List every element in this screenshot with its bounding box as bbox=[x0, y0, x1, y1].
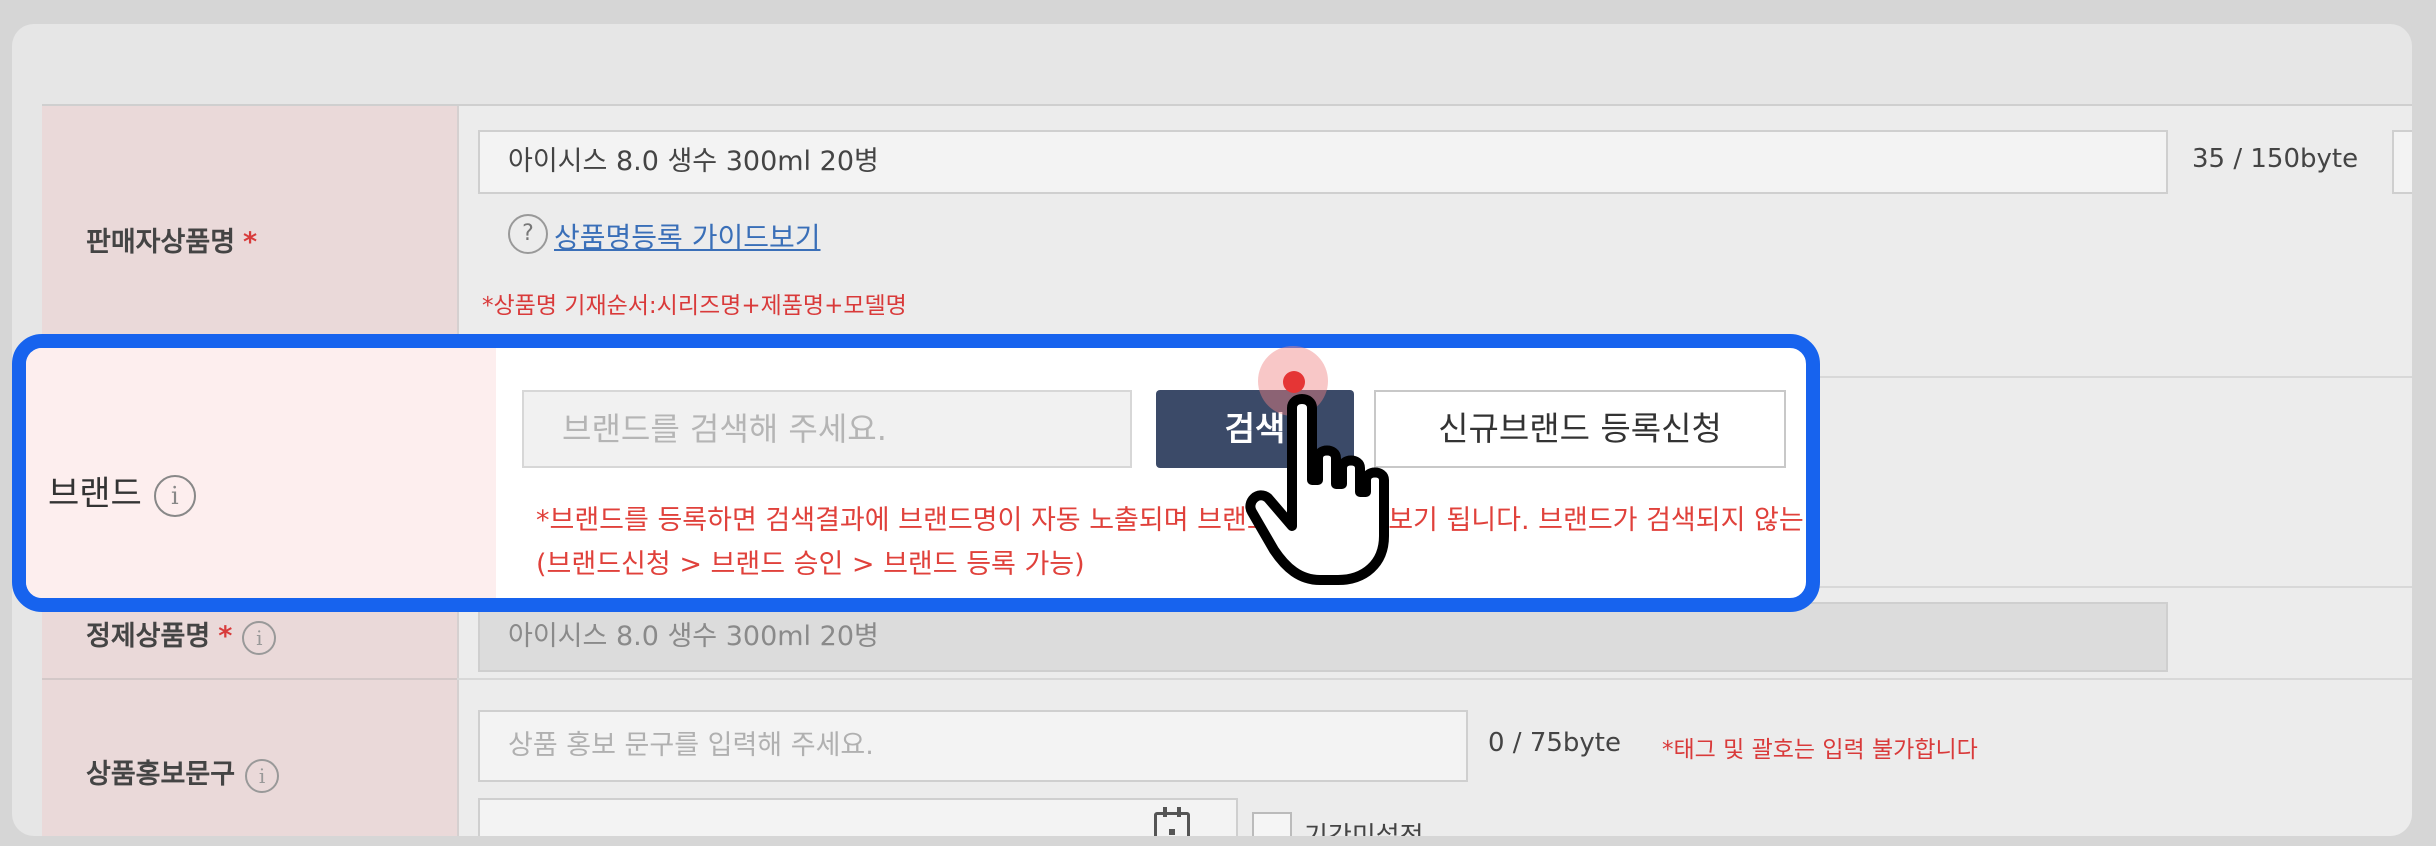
promo-text-input[interactable]: 상품 홍보 문구를 입력해 주세요. bbox=[478, 710, 1468, 782]
brand-label: 브랜드 i bbox=[48, 466, 196, 517]
brand-notice-line2: (브랜드신청 > 브랜드 승인 > 브랜드 등록 가능) bbox=[536, 549, 1085, 580]
seller-product-name-label: 판매자상품명 * bbox=[86, 227, 258, 258]
brand-search-input[interactable]: 브랜드를 검색해 주세요. bbox=[522, 390, 1132, 468]
product-name-order-notice: *상품명 기재순서:시리즈명+제품명+모델명 bbox=[482, 293, 907, 319]
no-period-checkbox[interactable] bbox=[1252, 812, 1292, 836]
seller-product-name-byte-count: 35 / 150byte bbox=[2192, 144, 2359, 174]
info-icon[interactable]: i bbox=[153, 474, 196, 517]
info-icon[interactable]: i bbox=[245, 758, 280, 793]
brand-row-highlight: 브랜드 i 브랜드를 검색해 주세요. 검색 신규브랜드 등록신청 *브랜드를 등… bbox=[12, 334, 1820, 612]
promo-text-byte-count: 0 / 75byte bbox=[1488, 728, 1621, 758]
product-name-guide-link[interactable]: 상품명등록 가이드보기 bbox=[554, 216, 821, 256]
hand-pointer-icon bbox=[1245, 394, 1389, 585]
seller-product-name-extra-button[interactable] bbox=[2392, 130, 2412, 194]
promo-period-input[interactable] bbox=[478, 798, 1238, 836]
no-period-label: 기간미설정 bbox=[1304, 816, 1424, 836]
seller-product-name-input[interactable]: 아이시스 8.0 생수 300ml 20병 bbox=[478, 130, 2168, 194]
brand-notice-line1: *브랜드를 등록하면 검색결과에 브랜드명이 자동 노출되며 브랜드 상품 모아… bbox=[536, 505, 1806, 536]
new-brand-request-button[interactable]: 신규브랜드 등록신청 bbox=[1374, 390, 1786, 468]
promo-text-label-cell: 상품홍보문구 i bbox=[42, 680, 459, 836]
calendar-icon[interactable] bbox=[1154, 807, 1190, 836]
screenshot-frame: 판매자상품명 * 아이시스 8.0 생수 300ml 20병 35 / 150by… bbox=[12, 24, 2412, 836]
info-icon[interactable]: i bbox=[242, 620, 277, 655]
brand-label-cell: 브랜드 i bbox=[26, 348, 496, 598]
required-mark: * bbox=[243, 227, 258, 258]
required-mark: * bbox=[218, 621, 233, 652]
promo-text-notice: *태그 및 괄호는 입력 불가합니다 bbox=[1662, 737, 1978, 763]
refined-product-name-input: 아이시스 8.0 생수 300ml 20병 bbox=[478, 602, 2168, 672]
help-icon: ? bbox=[508, 214, 548, 254]
refined-product-name-label: 정제상품명 * i bbox=[86, 614, 277, 655]
promo-text-label: 상품홍보문구 i bbox=[86, 752, 280, 793]
row-divider bbox=[457, 678, 2412, 680]
